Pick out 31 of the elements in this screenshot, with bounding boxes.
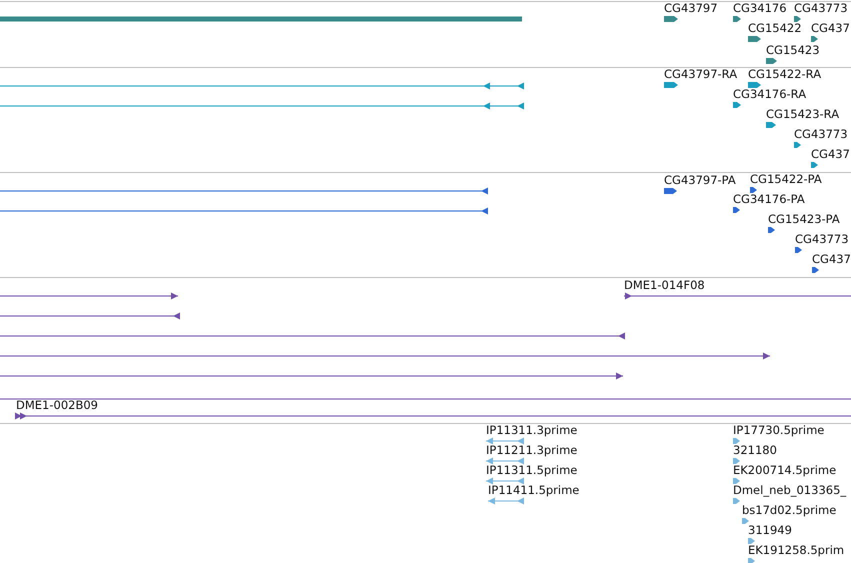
feature-label: CG15423-RA <box>766 107 840 121</box>
feature-label: IP11311.5prime <box>486 463 578 477</box>
feature-label: 321180 <box>733 443 777 457</box>
feature-label: CG437 <box>812 252 851 266</box>
feature-label: IP11211.3prime <box>486 443 578 457</box>
feature-label: DME1-002B09 <box>16 398 98 412</box>
feature-label: CG43797-RA <box>664 68 738 81</box>
feature-label: CG437 <box>811 21 850 35</box>
feature-label: 311949 <box>748 523 792 537</box>
feature-label: CG15422 <box>748 21 802 35</box>
feature-label: CG34176 <box>733 2 787 15</box>
feature-label: CG34176-PA <box>733 192 805 206</box>
feature-label: EK191258.5prim <box>748 543 844 557</box>
feature-label: bs17d02.5prime <box>742 503 836 517</box>
feature-label: CG15423 <box>766 43 820 57</box>
feature-label: IP17730.5prime <box>733 424 824 437</box>
feature-label: CG437 <box>811 147 850 161</box>
feature-label: CG34176-RA <box>733 87 806 101</box>
feature-label: DME1-014F08 <box>624 278 705 292</box>
feature-label: CG43773 <box>794 127 848 141</box>
feature-label: CG15423-PA <box>768 212 840 226</box>
feature-label: IP11411.5prime <box>488 483 580 497</box>
feature-label: CG43797 <box>664 2 718 15</box>
feature-label: CG15422-RA <box>748 68 822 81</box>
feature-label: IP11311.3prime <box>486 424 578 437</box>
feature-label: Dmel_neb_013365_ <box>733 483 846 497</box>
feature-label: CG15422-PA <box>750 173 822 186</box>
feature-label: CG43773 <box>794 2 848 15</box>
feature-label: CG43797-PA <box>664 173 736 187</box>
feature-label: CG43773 <box>795 232 849 246</box>
feature-label: EK200714.5prime <box>733 463 836 477</box>
